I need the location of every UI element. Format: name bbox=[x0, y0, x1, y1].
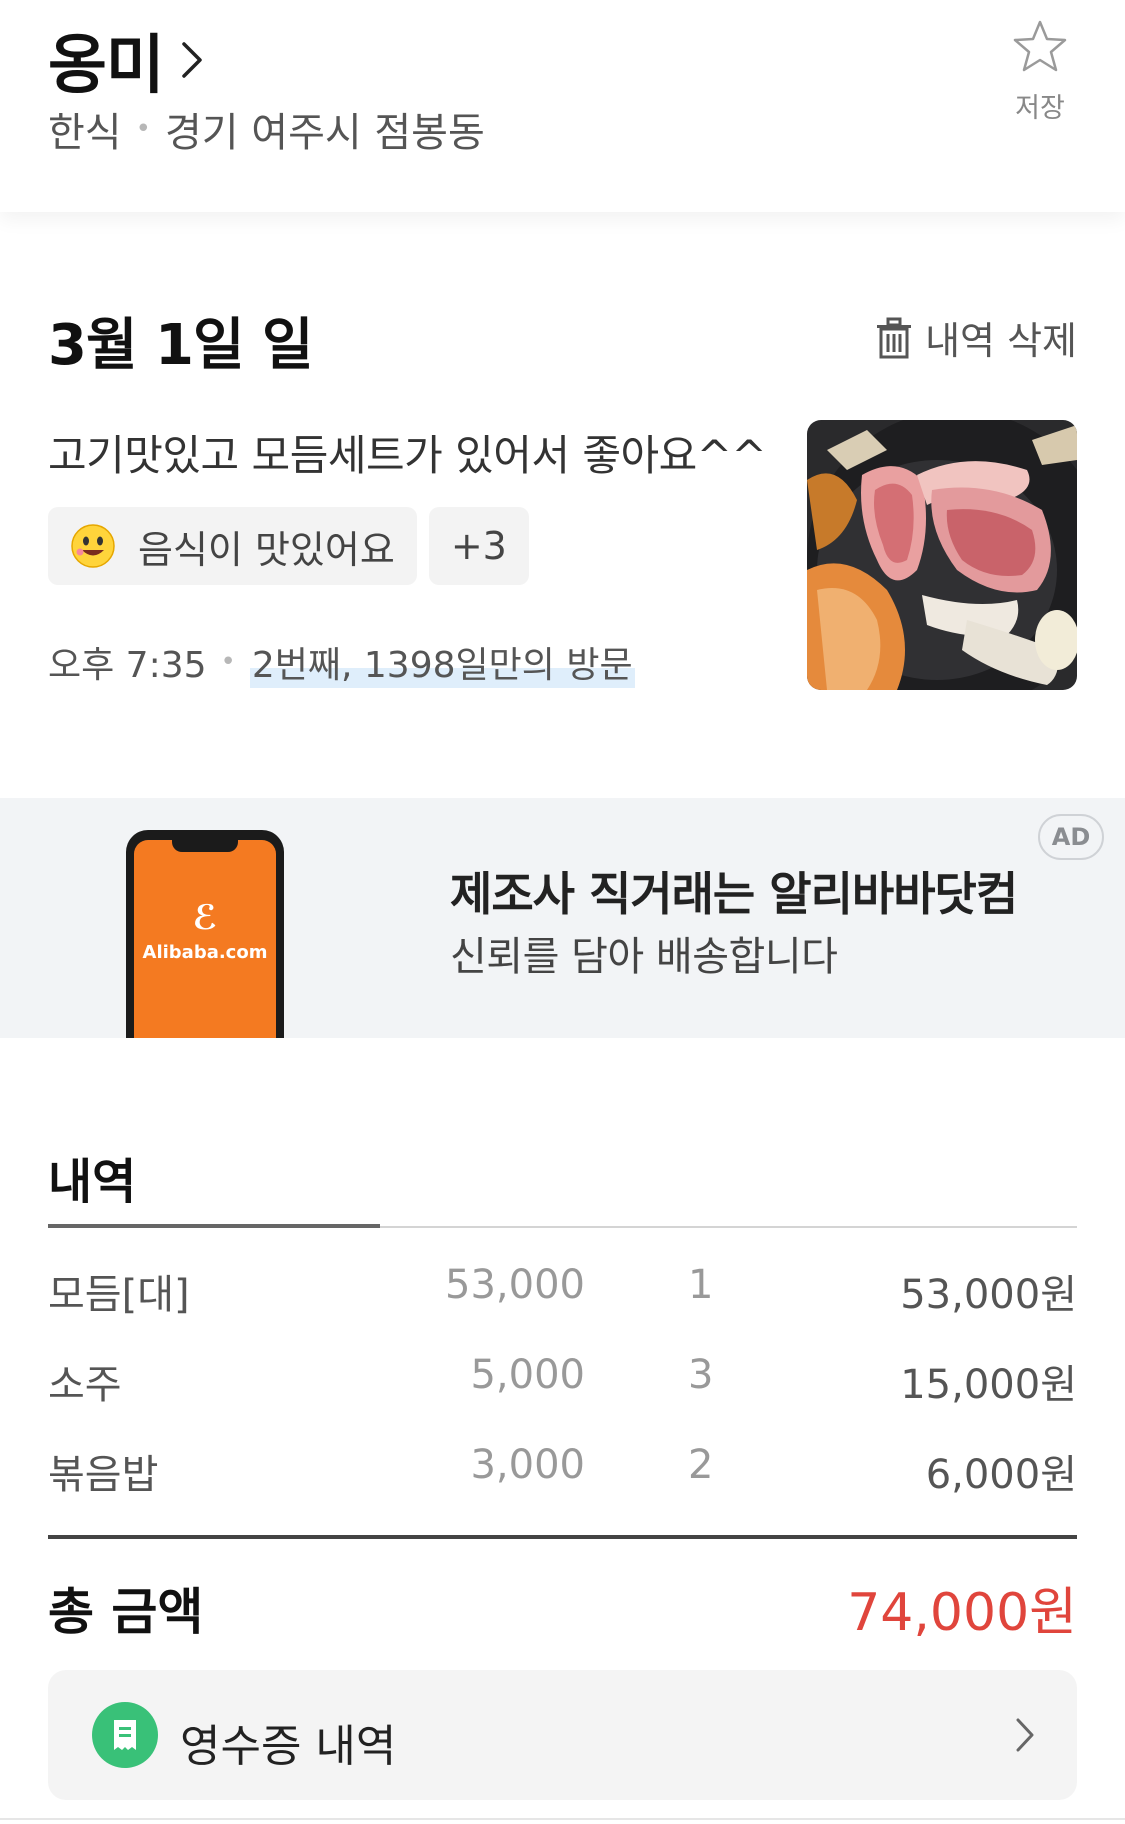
separator-dot: • bbox=[135, 114, 151, 144]
visit-date: 3월 1일 일 bbox=[48, 313, 313, 378]
ad-banner[interactable]: ℰ Alibaba.com 제조사 직거래는 알리바바닷컴 신뢰를 담아 배송합… bbox=[0, 798, 1125, 1038]
total-amount: 74,000원 bbox=[847, 1583, 1077, 1643]
trash-icon bbox=[877, 317, 912, 358]
item-total: 15,000원 bbox=[900, 1362, 1077, 1408]
item-quantity: 3 bbox=[688, 1352, 714, 1398]
review-tag-label: 음식이 맛있어요 bbox=[138, 527, 395, 572]
history-item-row: 볶음밥 3,000 2 6,000원 bbox=[48, 1442, 1077, 1502]
total-label: 총 금액 bbox=[48, 1583, 204, 1641]
item-name: 볶음밥 bbox=[48, 1452, 159, 1498]
ad-badge[interactable]: AD bbox=[1038, 814, 1104, 860]
store-meta: 한식 • 경기 여주시 점봉동 bbox=[48, 100, 485, 158]
store-name: 옹미 bbox=[48, 29, 165, 103]
history-tab-indicator bbox=[48, 1224, 380, 1228]
grilled-meat-photo bbox=[807, 420, 1077, 690]
store-name-link[interactable]: 옹미 bbox=[48, 14, 206, 106]
item-unit-price: 3,000 bbox=[470, 1442, 585, 1488]
store-location: 경기 여주시 점봉동 bbox=[164, 110, 485, 156]
item-unit-price: 5,000 bbox=[470, 1352, 585, 1398]
item-quantity: 1 bbox=[688, 1262, 714, 1308]
item-total: 6,000원 bbox=[925, 1452, 1077, 1498]
more-tags-button[interactable]: +3 bbox=[428, 507, 529, 585]
item-name: 소주 bbox=[48, 1362, 122, 1408]
delete-history-button[interactable]: 내역 삭제 bbox=[875, 310, 1077, 365]
visit-meta: 오후 7:35 • 2번째, 1398일만의 방문 bbox=[48, 636, 635, 688]
chevron-right-icon bbox=[182, 42, 202, 78]
save-button[interactable]: 저장 bbox=[1000, 18, 1080, 125]
history-item-row: 소주 5,000 3 15,000원 bbox=[48, 1352, 1077, 1412]
star-icon bbox=[1013, 20, 1067, 72]
bottom-divider bbox=[0, 1818, 1125, 1820]
receipt-icon bbox=[92, 1702, 158, 1768]
item-total: 53,000원 bbox=[900, 1272, 1077, 1318]
ad-headline: 제조사 직거래는 알리바바닷컴 bbox=[450, 867, 1018, 921]
review-text: 고기맛있고 모듬세트가 있어서 좋아요^^ bbox=[48, 431, 767, 480]
item-unit-price: 53,000 bbox=[445, 1262, 585, 1308]
phone-screen: ℰ Alibaba.com bbox=[134, 840, 276, 1038]
store-category: 한식 bbox=[48, 110, 122, 156]
review-photo[interactable] bbox=[807, 420, 1077, 690]
store-header: 옹미 한식 • 경기 여주시 점봉동 저장 bbox=[0, 0, 1125, 212]
receipt-glyph bbox=[114, 1720, 136, 1750]
phone-illustration: ℰ Alibaba.com bbox=[126, 830, 284, 1038]
alibaba-logo-icon: ℰ bbox=[192, 898, 218, 938]
more-tags-label: +3 bbox=[450, 524, 507, 568]
phone-notch bbox=[172, 840, 238, 852]
total-divider bbox=[48, 1535, 1077, 1539]
delete-history-label: 내역 삭제 bbox=[925, 319, 1077, 363]
item-quantity: 2 bbox=[688, 1442, 714, 1488]
separator-dot: • bbox=[220, 647, 236, 677]
chevron-right-icon bbox=[1016, 1718, 1034, 1752]
ad-subline: 신뢰를 담아 배송합니다 bbox=[450, 934, 838, 980]
smile-emoji-icon bbox=[71, 524, 115, 568]
visit-count: 2번째, 1398일만의 방문 bbox=[249, 636, 635, 688]
review-tags: 음식이 맛있어요 +3 bbox=[48, 507, 541, 585]
alibaba-brand-text: Alibaba.com bbox=[142, 942, 268, 963]
review-tag[interactable]: 음식이 맛있어요 bbox=[48, 507, 417, 585]
history-item-row: 모듬[대] 53,000 1 53,000원 bbox=[48, 1262, 1077, 1322]
receipt-label: 영수증 내역 bbox=[180, 1721, 397, 1772]
item-name: 모듬[대] bbox=[48, 1272, 190, 1318]
receipt-button[interactable]: 영수증 내역 bbox=[48, 1670, 1077, 1800]
visit-time: 오후 7:35 bbox=[48, 645, 207, 686]
history-title: 내역 bbox=[48, 1154, 137, 1210]
save-label: 저장 bbox=[1015, 93, 1065, 124]
